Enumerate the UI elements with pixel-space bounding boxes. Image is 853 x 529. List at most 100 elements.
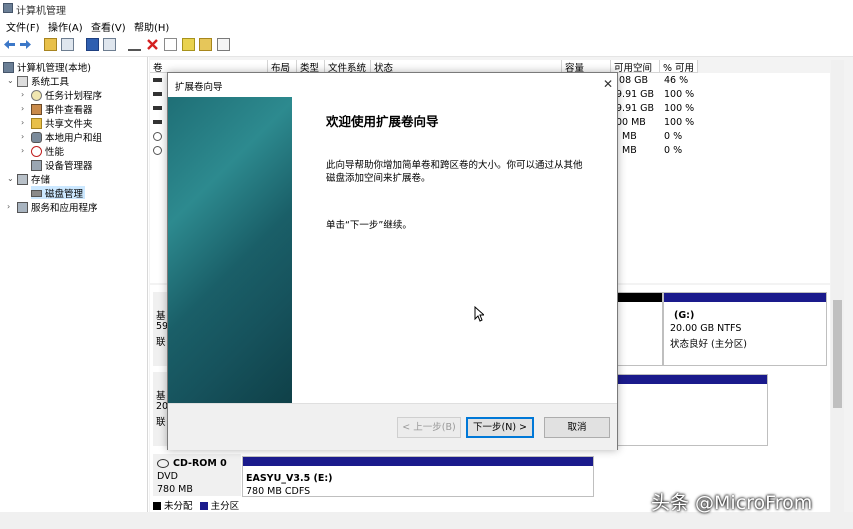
forward-arrow-icon[interactable] <box>19 38 32 51</box>
cdrom-name: CD-ROM 0 <box>173 458 227 469</box>
cdrom-label[interactable]: CD-ROM 0 DVD 780 MB <box>153 454 241 496</box>
up-folder-icon[interactable] <box>44 38 57 51</box>
tree-shared-folders[interactable]: 共享文件夹 <box>31 116 93 130</box>
back-arrow-icon[interactable] <box>3 38 16 51</box>
search-folder-icon[interactable] <box>199 38 212 51</box>
extend-volume-wizard: 扩展卷向导 ✕ 欢迎使用扩展卷向导 此向导帮助你增加简单卷和跨区卷的大小。你可以… <box>167 72 618 450</box>
cancel-button[interactable]: 取消 <box>544 417 610 438</box>
volume-g-fs: 20.00 GB NTFS <box>670 323 742 334</box>
volume-icon <box>153 78 162 82</box>
watermark: 头条 @MicroFrom <box>651 492 813 514</box>
legend-primary-swatch <box>199 502 208 510</box>
menu-view[interactable]: 查看(V) <box>91 19 126 34</box>
tree-device-manager[interactable]: 设备管理器 <box>31 158 93 172</box>
dialog-instruction: 单击“下一步”继续。 <box>326 220 412 231</box>
legend-unallocated-swatch <box>153 502 161 510</box>
dialog-description-line2: 磁盘添加空间来扩展卷。 <box>326 173 431 184</box>
users-icon <box>31 132 42 143</box>
expand-arrow-icon[interactable]: › <box>21 118 24 127</box>
primary-partition-bar <box>616 375 767 384</box>
vertical-scrollbar[interactable] <box>831 60 844 512</box>
collapse-arrow-icon[interactable]: ⌄ <box>7 76 14 85</box>
tree-task-scheduler[interactable]: 任务计划程序 <box>31 88 103 102</box>
menu-action[interactable]: 操作(A) <box>48 19 83 34</box>
tree-event-viewer-label: 事件查看器 <box>45 105 93 116</box>
show-hide-tree-icon[interactable] <box>61 38 74 51</box>
expand-arrow-icon[interactable]: › <box>21 132 24 141</box>
tree-shared-folders-label: 共享文件夹 <box>45 119 93 130</box>
dialog-heading: 欢迎使用扩展卷向导 <box>326 114 439 129</box>
tree-local-users[interactable]: 本地用户和组 <box>31 130 102 144</box>
back-button[interactable]: < 上一步(B) <box>397 417 461 438</box>
expand-arrow-icon[interactable]: › <box>21 146 24 155</box>
tree-system-tools[interactable]: 系统工具 <box>17 74 69 88</box>
import-icon[interactable] <box>182 38 195 51</box>
disk1-label[interactable]: 基 20 联 <box>153 372 168 446</box>
view-list-icon[interactable] <box>217 38 230 51</box>
cd-volume-icon <box>153 146 162 155</box>
volume-pct: 100 % <box>664 103 695 114</box>
dialog-description-line1: 此向导帮助你增加简单卷和跨区卷的大小。你可以通过从其他 <box>326 160 583 171</box>
expand-arrow-icon[interactable]: › <box>21 90 24 99</box>
help-icon[interactable] <box>86 38 99 51</box>
tools-icon <box>17 76 28 87</box>
primary-partition-bar <box>243 457 593 466</box>
connect-icon[interactable] <box>128 38 141 51</box>
collapse-arrow-icon[interactable]: ⌄ <box>7 174 14 183</box>
properties-icon[interactable] <box>103 38 116 51</box>
volume-free: 9.91 GB <box>616 89 655 100</box>
cdrom-volume[interactable]: EASYU_V3.5 (E:) 780 MB CDFS <box>242 456 594 497</box>
menu-bar: 文件(F) 操作(A) 查看(V) 帮助(H) <box>0 17 853 34</box>
volume-g-status: 状态良好 (主分区) <box>670 339 747 350</box>
shared-folder-icon <box>31 118 42 129</box>
expand-arrow-icon[interactable]: › <box>7 202 10 211</box>
volume-free: 00 MB <box>616 117 646 128</box>
device-manager-icon <box>31 160 42 171</box>
cdrom-size: 780 MB <box>157 484 193 495</box>
tree-root[interactable]: 计算机管理(本地) <box>3 60 91 74</box>
volume-g[interactable]: (G:) 20.00 GB NTFS 状态良好 (主分区) <box>663 292 827 366</box>
column-percent-free[interactable]: % 可用 <box>660 60 698 74</box>
expand-arrow-icon[interactable]: › <box>21 104 24 113</box>
window-title: 计算机管理 <box>16 6 66 17</box>
disk0-partition[interactable] <box>615 292 663 366</box>
disk-icon <box>31 190 42 197</box>
tree-services-apps[interactable]: 服务和应用程序 <box>17 200 98 214</box>
disk0-label[interactable]: 基 59 联 <box>153 292 168 366</box>
tree-disk-management[interactable]: 磁盘管理 <box>31 186 86 200</box>
column-free-space[interactable]: 可用空间 <box>611 60 660 74</box>
volume-free: .08 GB <box>616 75 649 86</box>
disk1-type: 基 <box>156 391 166 402</box>
cdrom-volume-name: EASYU_V3.5 (E:) <box>246 473 333 484</box>
volume-g-name: (G:) <box>674 310 695 321</box>
services-icon <box>17 202 28 213</box>
cdrom-type: DVD <box>157 471 178 482</box>
performance-icon <box>31 146 42 157</box>
close-icon[interactable]: ✕ <box>603 77 613 91</box>
legend-primary-label: 主分区 <box>210 501 240 512</box>
storage-icon <box>17 174 28 185</box>
computer-icon <box>3 62 14 73</box>
next-button[interactable]: 下一步(N) > <box>466 417 534 438</box>
disk0-type: 基 <box>156 311 166 322</box>
volume-icon <box>153 92 162 96</box>
volume-pct: 100 % <box>664 89 695 100</box>
clock-icon <box>31 90 42 101</box>
cdrom-volume-fs: 780 MB CDFS <box>246 486 311 497</box>
tree-storage[interactable]: 存储 <box>17 172 50 186</box>
title-bar: 计算机管理 <box>0 0 853 17</box>
computer-management-icon <box>3 3 13 13</box>
wizard-side-banner <box>168 97 292 403</box>
menu-help[interactable]: 帮助(H) <box>134 19 169 34</box>
volume-pct: 0 % <box>664 145 683 156</box>
scrollbar-thumb[interactable] <box>833 300 842 408</box>
delete-icon[interactable] <box>146 38 159 51</box>
tree-event-viewer[interactable]: 事件查看器 <box>31 102 93 116</box>
tree-performance[interactable]: 性能 <box>31 144 64 158</box>
menu-file[interactable]: 文件(F) <box>6 19 40 34</box>
volume-pct: 0 % <box>664 131 683 142</box>
checklist-icon[interactable] <box>164 38 177 51</box>
disk1-partition[interactable] <box>615 374 768 446</box>
tree-task-scheduler-label: 任务计划程序 <box>45 91 103 102</box>
legend-unallocated-label: 未分配 <box>164 501 193 512</box>
